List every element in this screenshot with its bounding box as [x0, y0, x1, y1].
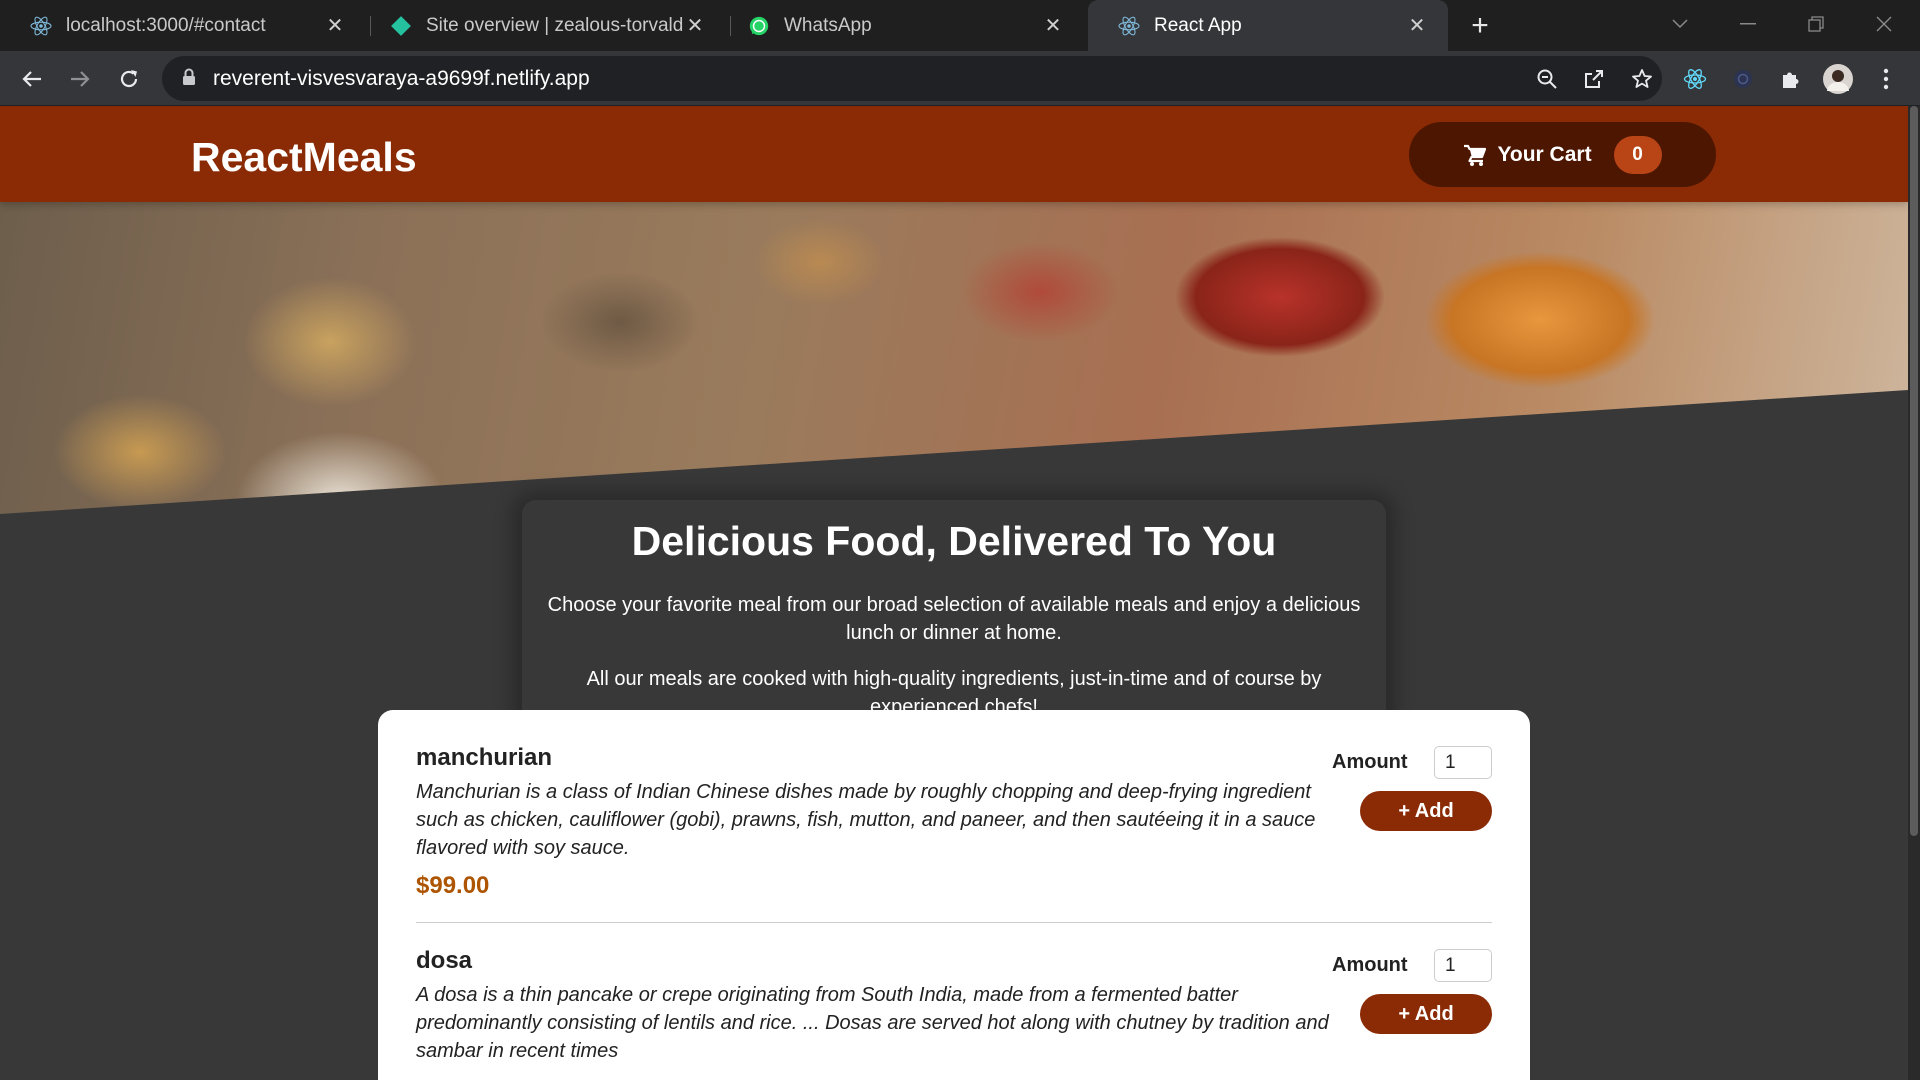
browser-tab-bar: localhost:3000/#contact ✕ Site overview … — [0, 0, 1920, 51]
zoom-icon[interactable] — [1533, 65, 1561, 93]
meal-description: A dosa is a thin pancake or crepe origin… — [416, 984, 1329, 1062]
browser-toolbar: reverent-visvesvaraya-a9699f.netlify.app — [0, 51, 1920, 106]
cart-label: Your Cart — [1497, 142, 1592, 166]
reload-button[interactable] — [109, 59, 149, 99]
amount-label: Amount — [1332, 954, 1408, 976]
react-icon — [30, 15, 52, 37]
meal-name: dosa — [416, 947, 473, 974]
netlify-icon — [390, 15, 412, 37]
tab-title: localhost:3000/#contact — [66, 14, 266, 36]
page-scrollbar[interactable] — [1908, 106, 1920, 1080]
tab-search-icon[interactable] — [1660, 6, 1700, 42]
new-tab-button[interactable]: + — [1462, 8, 1498, 44]
tab-title: React App — [1154, 14, 1242, 36]
close-icon[interactable]: ✕ — [684, 15, 706, 37]
page-viewport: ReactMeals Your Cart 0 Delicious Food, D… — [0, 106, 1908, 1080]
extensions-puzzle-icon[interactable] — [1775, 63, 1807, 95]
minimize-icon[interactable] — [1728, 6, 1768, 42]
meal-info: dosa A dosa is a thin pancake or crepe o… — [416, 947, 1336, 1065]
url-text: reverent-visvesvaraya-a9699f.netlify.app — [213, 67, 590, 90]
amount-input[interactable] — [1434, 746, 1492, 779]
meal-name: manchurian — [416, 744, 553, 771]
share-icon[interactable] — [1580, 65, 1608, 93]
meal-form: Amount + Add — [1332, 746, 1492, 831]
available-meals-card: manchurian Manchurian is a class of Indi… — [378, 710, 1530, 1080]
close-icon[interactable]: ✕ — [324, 15, 346, 37]
amount-row: Amount — [1332, 949, 1492, 982]
tab-whatsapp[interactable]: WhatsApp ✕ — [718, 0, 1084, 51]
app-header: ReactMeals Your Cart 0 — [0, 106, 1908, 202]
back-button[interactable] — [12, 59, 52, 99]
summary-paragraph: Choose your favorite meal from our broad… — [547, 594, 1361, 645]
lock-icon — [182, 68, 196, 91]
cart-icon — [1463, 143, 1487, 167]
add-to-cart-button[interactable]: + Add — [1360, 994, 1492, 1034]
amount-row: Amount — [1332, 746, 1492, 779]
tab-react-app[interactable]: React App ✕ — [1088, 0, 1448, 51]
bookmark-star-icon[interactable] — [1628, 65, 1656, 93]
cart-count-badge: 0 — [1613, 135, 1662, 174]
brand-title: ReactMeals — [191, 134, 417, 180]
scrollbar-thumb[interactable] — [1910, 106, 1918, 836]
meal-item: manchurian Manchurian is a class of Indi… — [416, 710, 1492, 923]
address-bar[interactable]: reverent-visvesvaraya-a9699f.netlify.app — [162, 56, 1662, 101]
back-arrow-icon — [22, 71, 41, 87]
reload-icon — [120, 70, 138, 88]
meal-info: manchurian Manchurian is a class of Indi… — [416, 744, 1336, 900]
cart-button[interactable]: Your Cart 0 — [1409, 122, 1716, 187]
tab-localhost-contact[interactable]: localhost:3000/#contact ✕ — [0, 0, 366, 51]
profile-avatar[interactable] — [1822, 63, 1854, 95]
summary-title: Delicious Food, Delivered To You — [631, 518, 1277, 564]
close-icon[interactable]: ✕ — [1406, 15, 1428, 37]
meal-price: $99.00 — [416, 872, 490, 899]
tab-title: WhatsApp — [784, 14, 872, 36]
amount-input[interactable] — [1434, 949, 1492, 982]
restore-icon[interactable] — [1796, 6, 1836, 42]
menu-kebab-icon[interactable] — [1870, 63, 1902, 95]
tab-netlify-site-overview[interactable]: Site overview | zealous-torvalds- ✕ — [360, 0, 726, 51]
meal-item: dosa A dosa is a thin pancake or crepe o… — [416, 923, 1492, 1080]
tab-title: Site overview | zealous-torvalds- — [426, 14, 684, 36]
meal-description: Manchurian is a class of Indian Chinese … — [416, 781, 1316, 859]
close-icon[interactable]: ✕ — [1042, 15, 1064, 37]
react-devtools-icon[interactable] — [1679, 63, 1711, 95]
amount-label: Amount — [1332, 751, 1408, 773]
extension-icon[interactable] — [1727, 63, 1759, 95]
window-close-icon[interactable] — [1864, 6, 1904, 42]
add-to-cart-button[interactable]: + Add — [1360, 791, 1492, 831]
whatsapp-icon — [748, 15, 770, 37]
forward-arrow-icon — [71, 71, 90, 87]
react-icon — [1118, 15, 1140, 37]
forward-button[interactable] — [60, 59, 100, 99]
meal-form: Amount + Add — [1332, 949, 1492, 1034]
